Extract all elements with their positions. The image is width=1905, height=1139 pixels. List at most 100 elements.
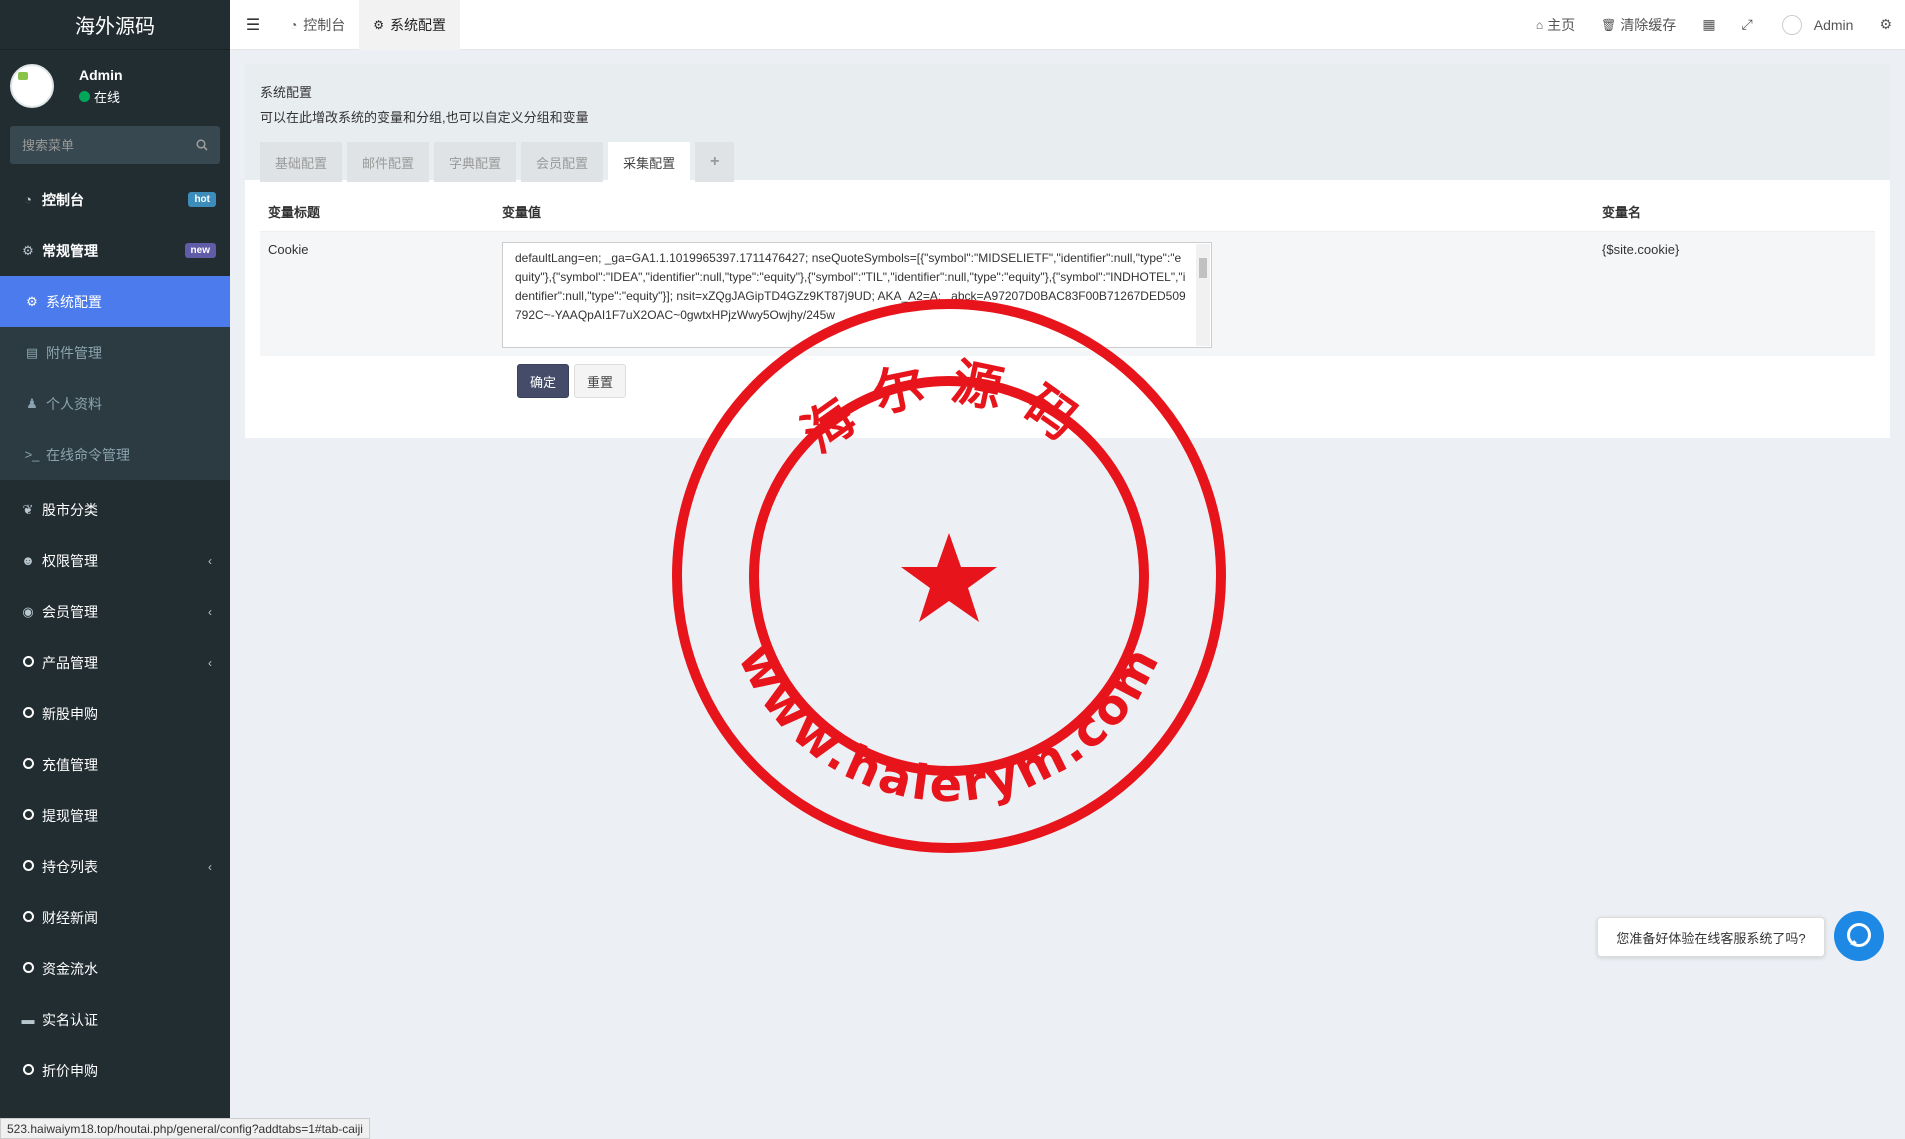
sidebar-item-member[interactable]: ◉ 会员管理 ‹ <box>0 586 230 637</box>
chat-prompt[interactable]: 您准备好体验在线客服系统了吗? <box>1597 917 1825 957</box>
circle-icon <box>18 1063 38 1078</box>
sidebar-item-dashboard[interactable]: ◔ 控制台 hot <box>0 174 230 225</box>
row-variable-name: {$site.cookie} <box>1602 242 1680 257</box>
status-url: 523.haiwaiym18.top/houtai.php/general/co… <box>0 1118 370 1139</box>
tab-label: 控制台 <box>303 16 346 33</box>
sidebar-item-product[interactable]: 产品管理 ‹ <box>0 637 230 688</box>
sidebar-item-ipo[interactable]: 新股申购 <box>0 688 230 739</box>
gear-icon: ⚙ <box>373 17 385 32</box>
sidebar-item-label: 系统配置 <box>46 293 102 310</box>
dashboard-icon: ◔ <box>24 192 32 207</box>
header-title: 变量标题 <box>268 205 321 220</box>
tab-system-config[interactable]: ⚙ 系统配置 <box>359 0 461 50</box>
reset-button[interactable]: 重置 <box>574 364 627 398</box>
cookie-value: defaultLang=en; _ga=GA1.1.1019965397.171… <box>515 251 1186 322</box>
trash-icon: 🗑 <box>1601 17 1617 32</box>
row-title: Cookie <box>268 242 309 257</box>
clear-cache-button[interactable]: 🗑 清除缓存 <box>1588 15 1689 35</box>
cogs-icon: ⚙ <box>22 242 34 258</box>
terminal-icon: >_ <box>24 447 40 462</box>
chat-icon <box>1847 923 1871 947</box>
search-input[interactable] <box>22 137 172 153</box>
sidebar: 海外源码 Admin 在线 ◔ 控制台 hot ⚙ 常规管理 new ⚙ 系统配… <box>0 0 230 1139</box>
tab-label: 系统配置 <box>390 16 447 33</box>
user-name: Admin <box>79 66 123 83</box>
circle-icon <box>18 808 38 823</box>
panel-description: 可以在此增改系统的变量和分组,也可以自定义分组和变量 <box>260 110 589 125</box>
sidebar-item-profile[interactable]: ♟ 个人资料 <box>0 378 230 429</box>
cookie-textarea[interactable]: defaultLang=en; _ga=GA1.1.1019965397.171… <box>502 242 1212 348</box>
user-status-label: 在线 <box>94 89 121 105</box>
sidebar-item-label: 充值管理 <box>42 756 98 773</box>
sidebar-item-verification[interactable]: ▬ 实名认证 <box>0 994 230 1045</box>
tab-collect[interactable]: 采集配置 <box>608 142 691 182</box>
panel-heading: 系统配置 可以在此增改系统的变量和分组,也可以自定义分组和变量 基础配置 邮件配… <box>245 64 1890 182</box>
tab-email[interactable]: 邮件配置 <box>347 142 430 182</box>
sidebar-item-label: 在线命令管理 <box>46 446 130 463</box>
sidebar-item-label: 常规管理 <box>42 242 98 259</box>
table-row: Cookie defaultLang=en; _ga=GA1.1.1019965… <box>260 232 1875 356</box>
fullscreen-button[interactable]: ⤢ <box>1729 16 1766 33</box>
sidebar-item-general[interactable]: ⚙ 常规管理 new <box>0 225 230 276</box>
sidebar-item-positions[interactable]: 持仓列表 ‹ <box>0 841 230 892</box>
user-icon: ♟ <box>26 395 38 411</box>
panel-title: 系统配置 <box>260 85 313 100</box>
user-menu[interactable]: Admin <box>1766 14 1867 35</box>
gear-icon: ⚙ <box>26 293 38 309</box>
tab-dashboard[interactable]: ◔ 控制台 <box>276 0 359 50</box>
topbar: ☰ ◔ 控制台 ⚙ 系统配置 ⌂ 主页 🗑 清除缓存 ▦ ⤢ Admin ⚙ <box>230 0 1905 50</box>
sidebar-item-system-config[interactable]: ⚙ 系统配置 <box>0 276 230 327</box>
logo[interactable]: 海外源码 <box>0 0 230 50</box>
sidebar-item-fund-flow[interactable]: 资金流水 <box>0 943 230 994</box>
chat-button[interactable] <box>1834 911 1884 961</box>
tab-member[interactable]: 会员配置 <box>521 142 604 182</box>
search-icon[interactable] <box>196 139 208 151</box>
header-name: 变量名 <box>1602 205 1642 220</box>
sidebar-item-label: 个人资料 <box>46 395 102 412</box>
sidebar-item-label: 持仓列表 <box>42 858 98 875</box>
chevron-left-icon: ‹ <box>208 604 212 619</box>
seal-bottom-text: www.haierym.com <box>727 636 1169 813</box>
user-status: 在线 <box>79 87 123 106</box>
tab-basic[interactable]: 基础配置 <box>260 142 343 182</box>
confirm-button[interactable]: 确定 <box>517 364 570 398</box>
translate-button[interactable]: ▦ <box>1689 16 1728 33</box>
avatar <box>10 64 54 108</box>
menu-toggle-icon[interactable]: ☰ <box>230 15 276 35</box>
user-circle-icon: ◉ <box>22 603 34 619</box>
settings-button[interactable]: ⚙ <box>1866 16 1905 33</box>
sidebar-search <box>10 126 220 164</box>
avatar <box>1781 14 1802 35</box>
sidebar-item-news[interactable]: 财经新闻 <box>0 892 230 943</box>
credit-card-icon: ▬ <box>21 1012 35 1027</box>
sidebar-item-recharge[interactable]: 充值管理 <box>0 739 230 790</box>
sidebar-item-auth[interactable]: ☻ 权限管理 ‹ <box>0 535 230 586</box>
circle-icon <box>18 859 38 874</box>
tab-dictionary[interactable]: 字典配置 <box>434 142 517 182</box>
dashboard-icon: ◔ <box>290 17 298 32</box>
sidebar-item-label: 新股申购 <box>42 705 98 722</box>
svg-text:www.haierym.com: www.haierym.com <box>727 636 1172 813</box>
sidebar-item-discount[interactable]: 折价申购 <box>0 1045 230 1096</box>
sidebar-item-command[interactable]: >_ 在线命令管理 <box>0 429 230 480</box>
home-icon: ⌂ <box>1535 17 1544 32</box>
sidebar-item-label: 折价申购 <box>42 1062 98 1079</box>
sidebar-item-label: 实名认证 <box>42 1011 98 1028</box>
textarea-scrollbar[interactable] <box>1196 244 1210 346</box>
sidebar-item-stock-category[interactable]: ❦ 股市分类 <box>0 484 230 535</box>
new-badge: new <box>184 243 216 258</box>
form-actions: 确定 重置 <box>517 364 1875 398</box>
sidebar-item-label: 股市分类 <box>42 501 98 518</box>
leaf-icon: ❦ <box>22 501 34 517</box>
sidebar-item-label: 权限管理 <box>42 552 98 569</box>
file-image-icon: ▤ <box>25 344 39 360</box>
home-link[interactable]: ⌂ 主页 <box>1523 15 1588 35</box>
sidebar-item-label: 财经新闻 <box>42 909 98 926</box>
sidebar-item-withdraw[interactable]: 提现管理 <box>0 790 230 841</box>
sidebar-item-label: 会员管理 <box>42 603 98 620</box>
circle-icon <box>18 910 38 925</box>
sidebar-item-attachment[interactable]: ▤ 附件管理 <box>0 327 230 378</box>
translate-icon: ▦ <box>1702 16 1716 32</box>
add-tab-button[interactable]: + <box>695 142 735 182</box>
circle-icon <box>18 706 38 721</box>
